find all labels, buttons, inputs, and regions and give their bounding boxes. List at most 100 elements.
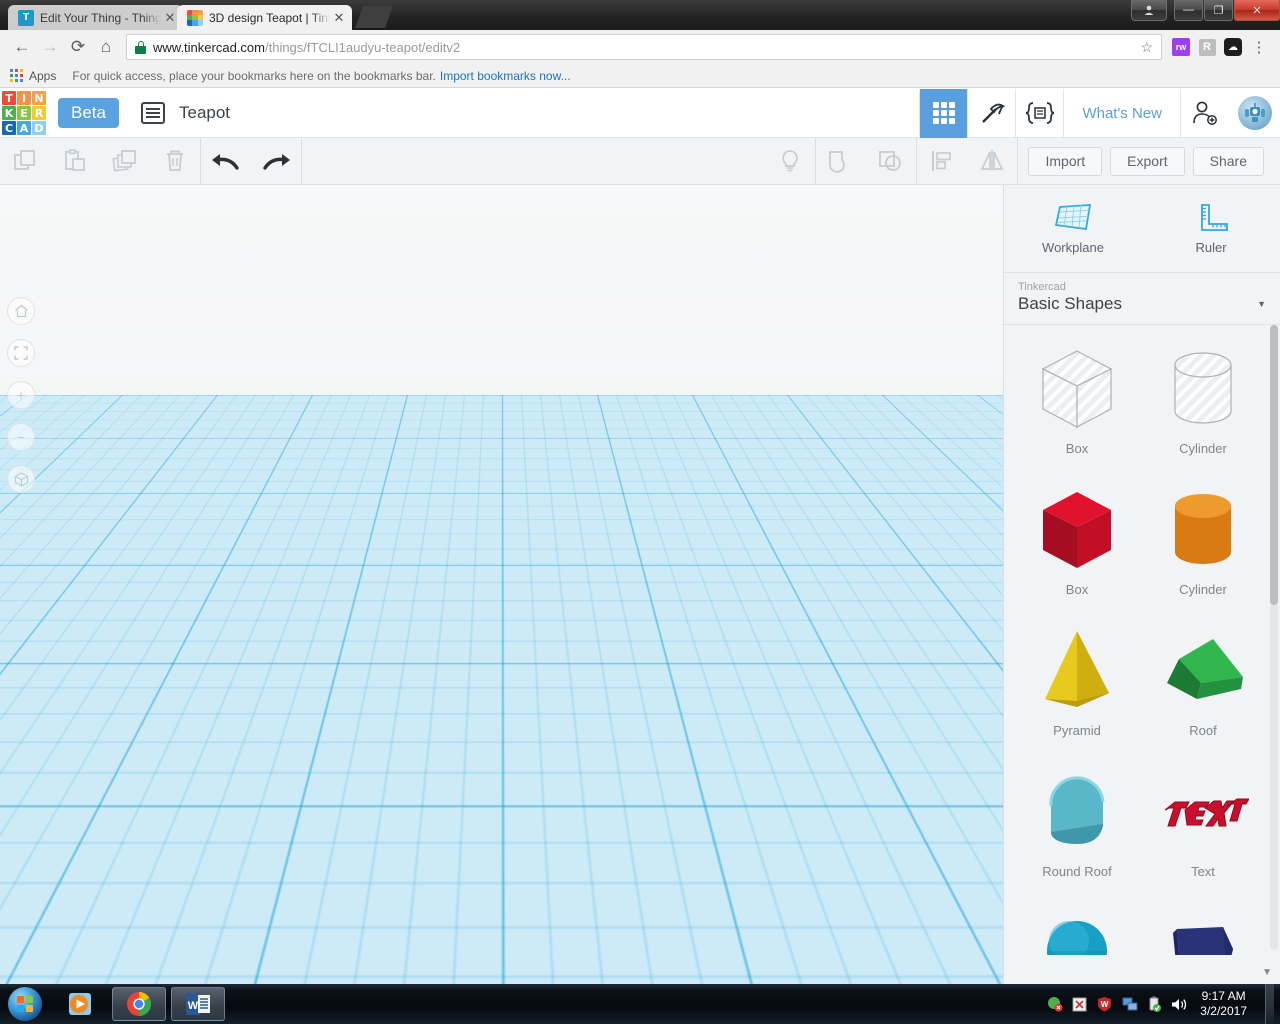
blocks-button[interactable]	[967, 88, 1015, 138]
forward-icon[interactable]: →	[36, 33, 64, 61]
scroll-down-icon[interactable]: ▼	[1262, 967, 1272, 978]
svg-text:W: W	[1101, 1000, 1109, 1009]
projection-toggle-button[interactable]	[7, 465, 35, 493]
apps-bookmark-label[interactable]: Apps	[29, 69, 56, 83]
toolbar-divider	[301, 137, 302, 185]
taskbar-clock[interactable]: 9:17 AM 3/2/2017	[1196, 989, 1257, 1019]
shape-item-pyramid[interactable]: Pyramid	[1014, 621, 1140, 762]
restore-button[interactable]: ❐	[1204, 0, 1233, 21]
export-button[interactable]: Export	[1110, 146, 1185, 176]
browser-tab-thingiverse[interactable]: T Edit Your Thing - Thingiv ✕	[8, 5, 183, 30]
group-button[interactable]	[816, 138, 866, 185]
zoom-out-button[interactable]: −	[7, 423, 35, 451]
chrome-menu-icon[interactable]: ⋮	[1246, 34, 1272, 60]
workplane-tool[interactable]: Workplane	[1004, 185, 1142, 272]
panel-scrollbar[interactable]	[1270, 325, 1278, 950]
mirror-button[interactable]	[967, 138, 1017, 185]
hide-button[interactable]	[765, 138, 815, 185]
screen: T Edit Your Thing - Thingiv ✕ 3D design …	[0, 0, 1280, 1024]
zoom-in-button[interactable]: +	[7, 381, 35, 409]
delete-button[interactable]	[150, 138, 200, 185]
minimize-button[interactable]: —	[1174, 0, 1203, 21]
media-player-taskbar-button[interactable]	[53, 987, 107, 1021]
sync-error-tray-icon[interactable]	[1046, 996, 1063, 1013]
browser-tab-tinkercad[interactable]: 3D design Teapot | Tinke ✕	[177, 5, 352, 30]
paste-button[interactable]	[50, 138, 100, 185]
back-icon[interactable]: ←	[8, 33, 36, 61]
invite-person-button[interactable]	[1180, 88, 1228, 138]
shape-label: Box	[1065, 441, 1089, 456]
fit-view-button[interactable]	[7, 339, 35, 367]
home-view-button[interactable]	[7, 297, 35, 325]
shapes-panel: Workplane Ruler Tinkercad Basic Shapes ▼	[1003, 185, 1280, 984]
address-bar[interactable]: www.tinkercad.com/things/fTCLI1audyu-tea…	[126, 34, 1162, 60]
rw-extension-icon[interactable]: rw	[1168, 34, 1194, 60]
import-bookmarks-link[interactable]: Import bookmarks now...	[440, 69, 571, 83]
view-cube-top-face[interactable]: TOP	[30, 397, 94, 423]
share-button[interactable]: Share	[1192, 146, 1264, 176]
whats-new-link[interactable]: What's New	[1063, 88, 1180, 138]
panel-scrollbar-thumb[interactable]	[1270, 325, 1278, 605]
cloud-extension-icon[interactable]: ☁	[1220, 34, 1246, 60]
workplane-grid[interactable]	[0, 185, 1003, 396]
shape-item-cylinder[interactable]: Cylinder	[1140, 480, 1266, 621]
window-controls: — ❐ ✕	[1130, 0, 1280, 22]
tinkercad-logo-icon[interactable]: T I N K E R C A D	[2, 91, 46, 135]
collapse-panel-button[interactable]: ❯	[992, 750, 1003, 800]
view-cube-front-face[interactable]: FRONT	[35, 421, 90, 466]
ruler-tool[interactable]: Ruler	[1142, 185, 1280, 272]
shape-item-box[interactable]: Box	[1014, 480, 1140, 621]
codeblocks-button[interactable]	[1015, 88, 1063, 138]
new-tab-button[interactable]	[355, 6, 393, 28]
box-hole-icon	[1031, 339, 1123, 439]
security-tray-icon[interactable]: W	[1096, 996, 1113, 1013]
align-icon	[932, 151, 952, 171]
shape-item-sphere[interactable]: Sphere	[1014, 903, 1140, 955]
undo-button[interactable]	[201, 138, 251, 185]
word-taskbar-button[interactable]: W	[171, 987, 225, 1021]
shape-item-cylinder-hole[interactable]: Cylinder	[1140, 339, 1266, 480]
windows-start-icon	[8, 987, 42, 1021]
bookmark-star-icon[interactable]: ☆	[1140, 39, 1153, 56]
user-profile-icon[interactable]	[1131, 0, 1167, 21]
ungroup-button[interactable]	[866, 138, 916, 185]
design-grid-button[interactable]	[919, 88, 968, 138]
design-list-icon[interactable]	[140, 102, 165, 124]
battery-glyph	[1149, 996, 1162, 1012]
show-desktop-button[interactable]	[1265, 984, 1274, 1024]
robot-avatar-icon	[1245, 103, 1265, 122]
view-cube[interactable]: TOP FRONT	[26, 397, 98, 469]
close-tab-icon[interactable]: ✕	[330, 10, 348, 26]
import-button[interactable]: Import	[1028, 146, 1103, 176]
shape-item-wedge[interactable]: Wedge	[1140, 903, 1266, 955]
excel-tray-icon[interactable]	[1071, 996, 1088, 1013]
design-title[interactable]: Teapot	[179, 103, 230, 123]
lightbulb-icon	[782, 150, 799, 172]
user-avatar[interactable]	[1238, 96, 1272, 130]
r-extension-icon[interactable]: R	[1194, 34, 1220, 60]
3d-canvas[interactable]: TOP FRONT + − Edit Grid Snap Grid	[0, 185, 1003, 984]
chrome-taskbar-button[interactable]	[112, 987, 166, 1021]
battery-tray-icon[interactable]	[1146, 996, 1163, 1013]
chrome-icon	[127, 992, 152, 1016]
teapot-model[interactable]	[330, 540, 690, 790]
shape-item-box-hole[interactable]: Box	[1014, 339, 1140, 480]
tinkercad-toolbar: Import Export Share	[0, 137, 1280, 185]
align-button[interactable]	[917, 138, 967, 185]
system-tray: W 9:17 AM 3/2/2017	[1046, 984, 1280, 1024]
shape-item-roof[interactable]: Roof	[1140, 621, 1266, 762]
home-icon[interactable]: ⌂	[92, 33, 120, 61]
network-tray-icon[interactable]	[1121, 996, 1138, 1013]
redo-button[interactable]	[251, 138, 301, 185]
copy-button[interactable]	[0, 138, 50, 185]
logo-letter: D	[32, 121, 46, 135]
duplicate-button[interactable]	[100, 138, 150, 185]
volume-tray-icon[interactable]	[1171, 996, 1188, 1013]
copy-icon	[14, 150, 35, 170]
shape-library-selector[interactable]: Tinkercad Basic Shapes ▼	[1004, 273, 1280, 325]
shape-item-round-roof[interactable]: Round Roof	[1014, 762, 1140, 903]
shape-item-text[interactable]: Text	[1140, 762, 1266, 903]
reload-icon[interactable]: ⟳	[64, 33, 92, 61]
close-button[interactable]: ✕	[1234, 0, 1280, 21]
start-button[interactable]	[2, 986, 48, 1022]
